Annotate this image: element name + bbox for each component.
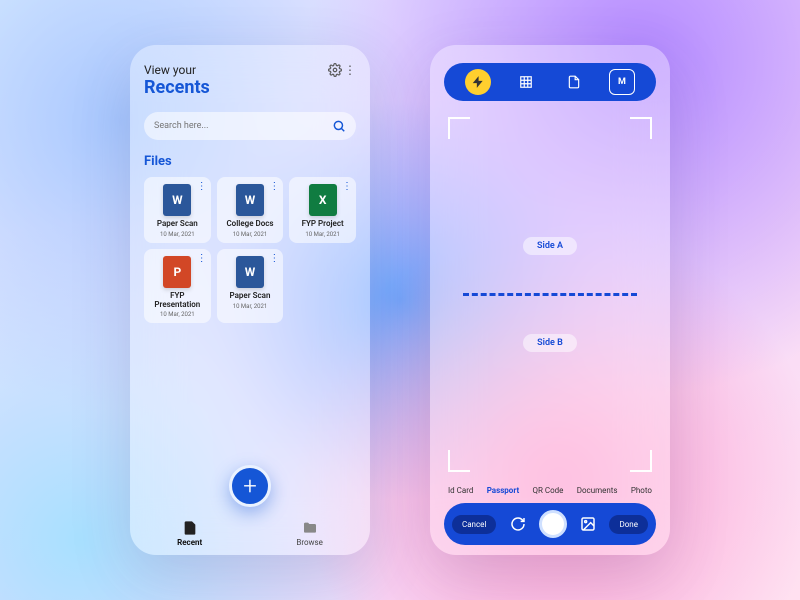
mode-documents[interactable]: Documents	[577, 486, 618, 495]
scanner-toolbar: M	[444, 63, 656, 101]
scanner-screen: M Side A Side B Id Card Passport QR Code…	[430, 45, 670, 555]
scan-viewfinder: Side A Side B	[444, 113, 656, 476]
files-section-label: Files	[144, 154, 356, 169]
mode-qr-code[interactable]: QR Code	[532, 486, 563, 495]
file-card[interactable]: ⋮ W College Docs 10 Mar, 2021	[217, 177, 284, 243]
file-name: FYP Presentation	[148, 292, 207, 310]
image-icon	[580, 516, 596, 532]
frame-corner	[630, 450, 652, 472]
search-bar[interactable]	[144, 112, 356, 140]
frame-corner	[448, 450, 470, 472]
mode-photo[interactable]: Photo	[631, 486, 652, 495]
file-name: Paper Scan	[230, 292, 271, 301]
mode-passport[interactable]: Passport	[487, 486, 519, 495]
scan-mode-selector[interactable]: Id Card Passport QR Code Documents Photo	[444, 486, 656, 495]
file-name: College Docs	[226, 220, 273, 229]
header-subtitle: View your	[144, 63, 210, 77]
file-date: 10 Mar, 2021	[160, 231, 195, 238]
file-more-icon[interactable]: ⋮	[269, 181, 279, 192]
powerpoint-icon: P	[163, 256, 191, 288]
file-date: 10 Mar, 2021	[233, 231, 268, 238]
fold-line	[463, 293, 637, 296]
shutter-button[interactable]	[539, 510, 567, 538]
recents-screen: View your Recents ⋮ Files ⋮ W Paper Scan…	[130, 45, 370, 555]
cancel-button[interactable]: Cancel	[452, 515, 496, 534]
flash-button[interactable]	[465, 69, 491, 95]
side-b-chip[interactable]: Side B	[523, 334, 577, 352]
file-more-icon[interactable]: ⋮	[197, 181, 207, 192]
word-icon: W	[236, 184, 264, 216]
file-more-icon[interactable]: ⋮	[269, 253, 279, 264]
file-more-icon[interactable]: ⋮	[197, 253, 207, 264]
frame-corner	[448, 117, 470, 139]
document-icon	[567, 75, 581, 89]
header-title: Recents	[144, 77, 210, 98]
search-icon	[332, 119, 346, 133]
file-date: 10 Mar, 2021	[305, 231, 340, 238]
done-button[interactable]: Done	[609, 515, 647, 534]
settings-button[interactable]: ⋮	[328, 63, 356, 77]
word-icon: W	[236, 256, 264, 288]
file-name: Paper Scan	[157, 220, 198, 229]
file-card[interactable]: ⋮ W Paper Scan 10 Mar, 2021	[217, 249, 284, 324]
file-card[interactable]: ⋮ W Paper Scan 10 Mar, 2021	[144, 177, 211, 243]
add-button[interactable]: +	[229, 465, 271, 507]
focus-button[interactable]: M	[609, 69, 635, 95]
word-icon: W	[163, 184, 191, 216]
file-more-icon[interactable]: ⋮	[342, 181, 352, 192]
side-a-chip[interactable]: Side A	[523, 237, 577, 255]
more-icon: ⋮	[344, 64, 356, 76]
refresh-icon	[510, 516, 526, 532]
gear-icon	[328, 63, 342, 77]
file-grid: ⋮ W Paper Scan 10 Mar, 2021 ⋮ W College …	[144, 177, 356, 323]
document-button[interactable]	[561, 69, 587, 95]
mode-id-card[interactable]: Id Card	[448, 486, 473, 495]
gallery-button[interactable]	[577, 516, 599, 532]
excel-icon: X	[309, 184, 337, 216]
file-date: 10 Mar, 2021	[233, 303, 268, 310]
grid-button[interactable]	[513, 69, 539, 95]
tab-recent[interactable]: Recent	[177, 520, 202, 547]
grid-icon	[519, 75, 533, 89]
folder-icon	[302, 520, 318, 536]
frame-corner	[630, 117, 652, 139]
search-input[interactable]	[154, 121, 304, 131]
capture-bar: Cancel Done	[444, 503, 656, 545]
plus-icon: +	[243, 472, 257, 500]
recent-icon	[182, 520, 198, 536]
focus-icon: M	[618, 77, 626, 87]
tab-browse[interactable]: Browse	[296, 520, 323, 547]
file-date: 10 Mar, 2021	[160, 311, 195, 318]
file-card[interactable]: ⋮ X FYP Project 10 Mar, 2021	[289, 177, 356, 243]
file-card[interactable]: ⋮ P FYP Presentation 10 Mar, 2021	[144, 249, 211, 324]
flash-icon	[471, 75, 485, 89]
retake-button[interactable]	[507, 516, 529, 532]
file-name: FYP Project	[302, 220, 344, 229]
